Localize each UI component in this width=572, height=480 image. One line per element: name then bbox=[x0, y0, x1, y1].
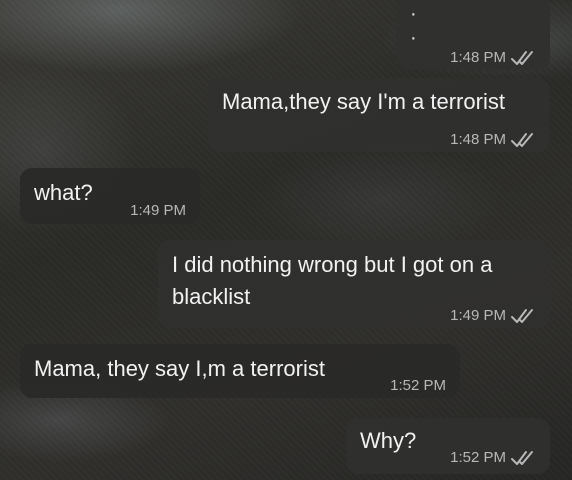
message-meta: 1:48 PM bbox=[450, 43, 536, 73]
double-check-icon bbox=[511, 51, 533, 65]
double-check-icon bbox=[511, 451, 533, 465]
message-meta: 1:52 PM bbox=[390, 371, 446, 401]
message-time: 1:52 PM bbox=[450, 449, 506, 466]
message-time: 1:52 PM bbox=[390, 377, 446, 394]
message-meta: 1:49 PM bbox=[450, 301, 536, 331]
message-meta: 1:48 PM bbox=[450, 125, 536, 155]
message-text: Mama, they say I,m a terrorist bbox=[34, 356, 325, 381]
media-dots: · bbox=[410, 27, 417, 49]
message-bubble-outgoing[interactable]: I did nothing wrong but I got on a black… bbox=[158, 240, 550, 328]
double-check-icon bbox=[511, 309, 533, 323]
message-bubble-outgoing[interactable]: · · 1:48 PM bbox=[396, 0, 550, 70]
message-bubble-incoming[interactable]: Mama, they say I,m a terrorist 1:52 PM bbox=[20, 344, 460, 398]
message-bubble-outgoing[interactable]: Why? 1:52 PM bbox=[346, 418, 550, 474]
media-dots: · bbox=[410, 3, 417, 25]
double-check-icon bbox=[511, 133, 533, 147]
message-text-line: blacklist bbox=[172, 284, 251, 309]
message-time: 1:49 PM bbox=[130, 202, 186, 219]
message-time: 1:49 PM bbox=[450, 307, 506, 324]
message-meta: 1:49 PM bbox=[130, 196, 186, 226]
message-text: Mama,they say I'm a terrorist bbox=[222, 89, 505, 114]
message-text: Why? bbox=[360, 428, 417, 453]
message-text-line: I did nothing wrong but I got on a bbox=[172, 252, 493, 277]
message-bubble-outgoing[interactable]: Mama,they say I'm a terrorist 1:48 PM bbox=[208, 78, 550, 152]
message-time: 1:48 PM bbox=[450, 131, 506, 148]
message-bubble-incoming[interactable]: what? 1:49 PM bbox=[20, 168, 200, 224]
message-text: what? bbox=[34, 180, 93, 205]
message-time: 1:48 PM bbox=[450, 49, 506, 66]
message-meta: 1:52 PM bbox=[450, 443, 536, 473]
